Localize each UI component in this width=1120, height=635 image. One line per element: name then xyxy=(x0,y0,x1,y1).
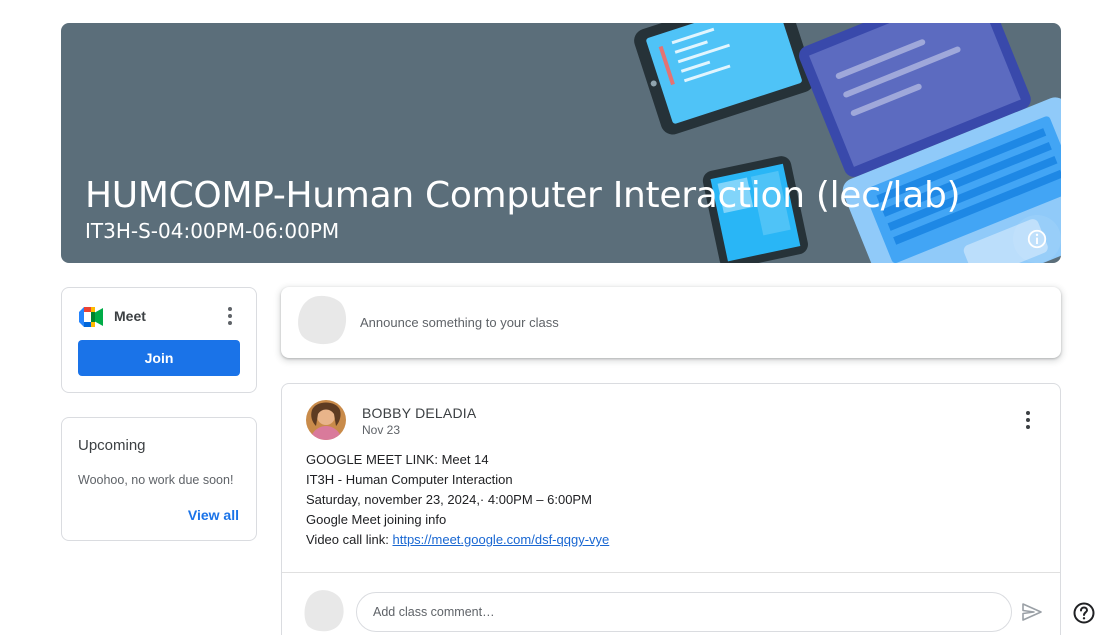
post-author: BOBBY DELADIA xyxy=(362,405,477,421)
post-divider xyxy=(282,572,1060,573)
post-line: Google Meet joining info xyxy=(306,512,447,527)
meet-label: Meet xyxy=(114,308,146,324)
post-line: GOOGLE MEET LINK: Meet 14 xyxy=(306,452,489,467)
post-menu-button[interactable] xyxy=(1016,408,1040,432)
class-title: HUMCOMP-Human Computer Interaction (lec/… xyxy=(85,175,961,216)
meet-menu-button[interactable] xyxy=(218,304,242,328)
post-line: Saturday, november 23, 2024,· 4:00PM – 6… xyxy=(306,492,592,507)
announce-placeholder: Announce something to your class xyxy=(360,315,559,330)
google-meet-icon xyxy=(79,307,103,327)
author-avatar xyxy=(306,400,346,440)
post-line: IT3H - Human Computer Interaction xyxy=(306,472,513,487)
user-avatar-placeholder xyxy=(298,295,347,345)
class-info-button[interactable] xyxy=(1013,215,1061,263)
post-line: Video call link: https://meet.google.com… xyxy=(306,530,609,550)
info-icon xyxy=(1027,229,1047,249)
upcoming-empty-text: Woohoo, no work due soon! xyxy=(78,473,234,487)
video-link-label: Video call link: xyxy=(306,532,393,547)
view-all-link[interactable]: View all xyxy=(188,507,239,523)
join-meet-button[interactable]: Join xyxy=(78,340,240,376)
send-icon[interactable] xyxy=(1020,600,1044,624)
stream-post: BOBBY DELADIA Nov 23 GOOGLE MEET LINK: M… xyxy=(281,383,1061,635)
class-section: IT3H-S-04:00PM-06:00PM xyxy=(85,219,340,243)
meet-card: Meet Join xyxy=(61,287,257,393)
class-banner: HUMCOMP-Human Computer Interaction (lec/… xyxy=(61,23,1061,263)
post-date: Nov 23 xyxy=(362,423,401,437)
upcoming-card: Upcoming Woohoo, no work due soon! View … xyxy=(61,417,257,541)
more-vert-icon xyxy=(228,307,232,311)
more-vert-icon xyxy=(1026,411,1030,415)
class-comment-input[interactable] xyxy=(356,592,1012,632)
announce-box[interactable]: Announce something to your class xyxy=(281,287,1061,358)
video-call-link[interactable]: https://meet.google.com/dsf-qqgy-vye xyxy=(392,532,609,547)
help-icon[interactable] xyxy=(1072,601,1096,625)
commenter-avatar-placeholder xyxy=(304,590,344,632)
post-body: GOOGLE MEET LINK: Meet 14 IT3H - Human C… xyxy=(306,450,609,550)
upcoming-title: Upcoming xyxy=(78,437,146,454)
